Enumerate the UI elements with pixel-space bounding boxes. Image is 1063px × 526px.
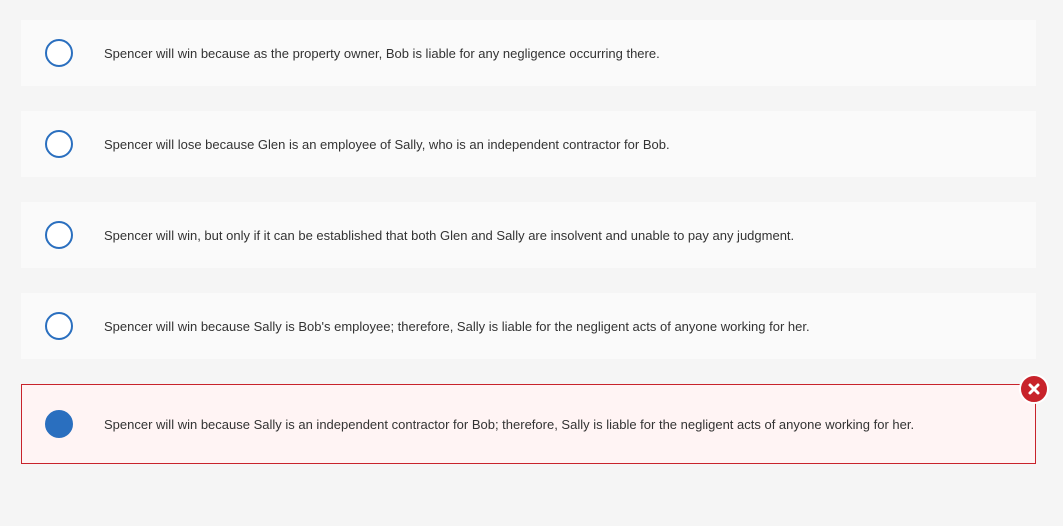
- answer-option-5-incorrect[interactable]: Spencer will win because Sally is an ind…: [21, 384, 1036, 464]
- answer-option-2[interactable]: Spencer will lose because Glen is an emp…: [21, 111, 1036, 177]
- radio-button[interactable]: [45, 221, 73, 249]
- answer-option-label: Spencer will win because Sally is Bob's …: [104, 318, 810, 334]
- answer-option-label: Spencer will win, but only if it can be …: [104, 227, 795, 243]
- radio-button-selected[interactable]: [45, 410, 73, 438]
- answer-option-1[interactable]: Spencer will win because as the property…: [21, 20, 1036, 86]
- answer-options: Spencer will win because as the property…: [0, 0, 1063, 526]
- radio-button[interactable]: [45, 39, 73, 67]
- x-circle-icon: [1019, 374, 1049, 404]
- answer-option-label: Spencer will lose because Glen is an emp…: [104, 136, 670, 152]
- radio-button[interactable]: [45, 312, 73, 340]
- answer-option-4[interactable]: Spencer will win because Sally is Bob's …: [21, 293, 1036, 359]
- radio-button[interactable]: [45, 130, 73, 158]
- answer-option-3[interactable]: Spencer will win, but only if it can be …: [21, 202, 1036, 268]
- answer-option-label: Spencer will win because Sally is an ind…: [104, 416, 915, 432]
- x-mark-icon: [1028, 383, 1040, 395]
- answer-option-label: Spencer will win because as the property…: [104, 45, 660, 61]
